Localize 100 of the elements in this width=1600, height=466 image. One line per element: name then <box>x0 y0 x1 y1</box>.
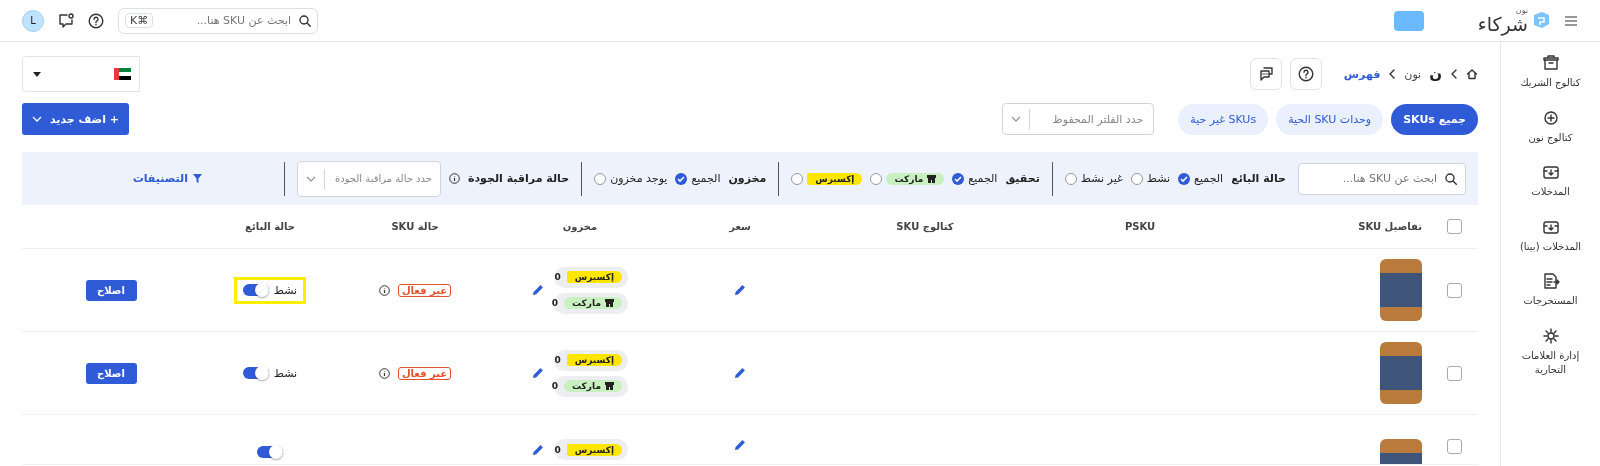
toggle-switch[interactable] <box>242 367 269 379</box>
chevron-icon <box>1450 69 1458 79</box>
home-icon[interactable] <box>1466 68 1478 80</box>
radio-button[interactable] <box>870 172 883 185</box>
pencil-icon[interactable] <box>734 367 746 379</box>
export-icon <box>1541 272 1560 290</box>
pencil-icon[interactable] <box>734 284 746 296</box>
inbox-icon <box>1541 163 1560 181</box>
sidebar-label: المدخلات (بيتا) <box>1519 239 1582 254</box>
stock-count: 0 <box>551 381 559 391</box>
quality-status-dropdown[interactable]: حدد حالة مراقبة الجودة <box>296 160 441 197</box>
menu-icon[interactable] <box>1564 14 1578 27</box>
express-badge: إكسبرس <box>807 172 863 185</box>
store-icon <box>927 174 937 183</box>
radio-button[interactable] <box>791 172 804 185</box>
logo-icon <box>1532 10 1550 31</box>
filter-label: تحقيق <box>1005 172 1040 185</box>
column-header: PSKU <box>1124 221 1156 232</box>
pencil-icon[interactable] <box>532 367 544 379</box>
breadcrumb-link[interactable]: فهرس <box>1343 67 1381 81</box>
sidebar-item[interactable]: كتالوج نون <box>1515 108 1586 145</box>
help-icon <box>1297 66 1314 82</box>
checkbox[interactable] <box>1446 282 1462 298</box>
sidebar-item[interactable]: إدارة العلامات التجارية <box>1515 326 1586 378</box>
search-input[interactable]: ابحث عن SKU هنا... <box>159 13 293 28</box>
search-field[interactable]: ابحث عن SKU هنا... <box>1298 162 1466 195</box>
badge-label: ماركت <box>572 381 601 391</box>
checkbox[interactable] <box>1446 365 1462 381</box>
pencil-icon[interactable] <box>532 284 544 296</box>
chevron-icon <box>1388 69 1397 79</box>
chevron-down-icon <box>31 116 42 122</box>
photo-placeholder <box>1380 259 1422 321</box>
fix-button[interactable]: اصلاح <box>85 362 137 384</box>
tab[interactable]: وحدات SKU الحية <box>1276 103 1384 135</box>
shortcut-hint: ⌘ K <box>125 13 154 28</box>
radio-button[interactable] <box>1064 172 1077 185</box>
catalog-icon <box>1541 54 1560 72</box>
app-name: شركاء <box>1477 15 1528 34</box>
info-icon <box>378 284 390 296</box>
checkbox[interactable] <box>1446 439 1462 454</box>
stock-count: 0 <box>554 444 561 455</box>
tab[interactable]: SKUs غير حية <box>1178 103 1269 135</box>
logo-mark[interactable]: ن <box>1429 65 1442 83</box>
stock-count: 0 <box>554 355 561 365</box>
checkbox[interactable] <box>1446 219 1462 234</box>
radio-button[interactable] <box>1130 172 1143 185</box>
toggle-switch[interactable] <box>242 284 269 296</box>
add-new-button[interactable]: + اضف جديد <box>22 103 129 135</box>
categories-link[interactable]: التصنيفات <box>132 172 202 185</box>
status-badge: غير فعال <box>397 283 452 297</box>
toggle-label: نشط <box>273 283 298 297</box>
option-label: نشط <box>1146 172 1171 185</box>
search-icon <box>1445 172 1457 185</box>
stock-count: 0 <box>551 298 559 308</box>
checkbox[interactable] <box>1178 172 1191 185</box>
help-icon[interactable] <box>88 12 104 29</box>
chat-button[interactable] <box>1249 58 1282 90</box>
sidebar-label: كتالوج نون <box>1528 130 1573 145</box>
filter-label: مخزون <box>728 172 767 185</box>
chat-bubbles-icon <box>1257 66 1274 82</box>
sidebar-item[interactable]: المدخلات (بيتا) <box>1515 217 1586 254</box>
option-label: الجميع <box>691 172 721 185</box>
search-input[interactable]: ابحث عن SKU هنا... <box>1307 171 1439 186</box>
pencil-icon[interactable] <box>734 439 746 451</box>
tab[interactable]: جميع SKUs <box>1391 103 1478 135</box>
column-header: تفاصيل SKU <box>1358 221 1422 232</box>
country-selector[interactable] <box>22 56 140 92</box>
stock-count: 0 <box>554 272 561 282</box>
express-badge: إكسبرس <box>566 443 622 456</box>
search-icon <box>299 14 311 27</box>
pencil-icon[interactable] <box>532 443 544 456</box>
noon-catalog-icon <box>1541 108 1560 127</box>
sidebar-item[interactable]: المستخرجات <box>1515 272 1586 309</box>
checkbox[interactable] <box>675 172 688 185</box>
option-label: الجميع <box>1194 172 1224 185</box>
sidebar-item[interactable]: كتالوج الشريك <box>1515 54 1586 91</box>
caret-icon <box>33 71 41 77</box>
option-label: يوجد مخزون <box>610 172 668 185</box>
user-avatar[interactable]: L <box>22 9 44 32</box>
info-icon <box>448 173 460 184</box>
saved-filter-dropdown[interactable]: حدد الفلتر المحفوظ <box>1002 103 1155 135</box>
help-button[interactable] <box>1289 58 1322 90</box>
info-icon <box>378 367 390 379</box>
sidebar-item[interactable]: المدخلات <box>1515 163 1586 200</box>
toggle-switch[interactable] <box>257 446 283 458</box>
column-header: كتالوج SKU <box>896 221 954 232</box>
column-header: حالة SKU <box>391 221 439 232</box>
radio-button[interactable] <box>594 172 607 185</box>
option-label: غير نشط <box>1080 172 1123 185</box>
sidebar-label: كتالوج الشريك <box>1520 76 1581 91</box>
flag-icon <box>114 68 131 80</box>
fix-button[interactable]: اصلاح <box>85 279 137 301</box>
column-header: سعر <box>729 221 751 232</box>
express-badge: إكسبرس <box>566 271 622 283</box>
chevron-down-icon <box>1011 116 1022 122</box>
breadcrumb-link[interactable]: نون <box>1404 67 1422 81</box>
toggle-label: نشط <box>273 366 298 380</box>
chat-icon[interactable] <box>58 12 74 29</box>
express-badge: إكسبرس <box>566 354 622 366</box>
checkbox[interactable] <box>952 172 965 185</box>
